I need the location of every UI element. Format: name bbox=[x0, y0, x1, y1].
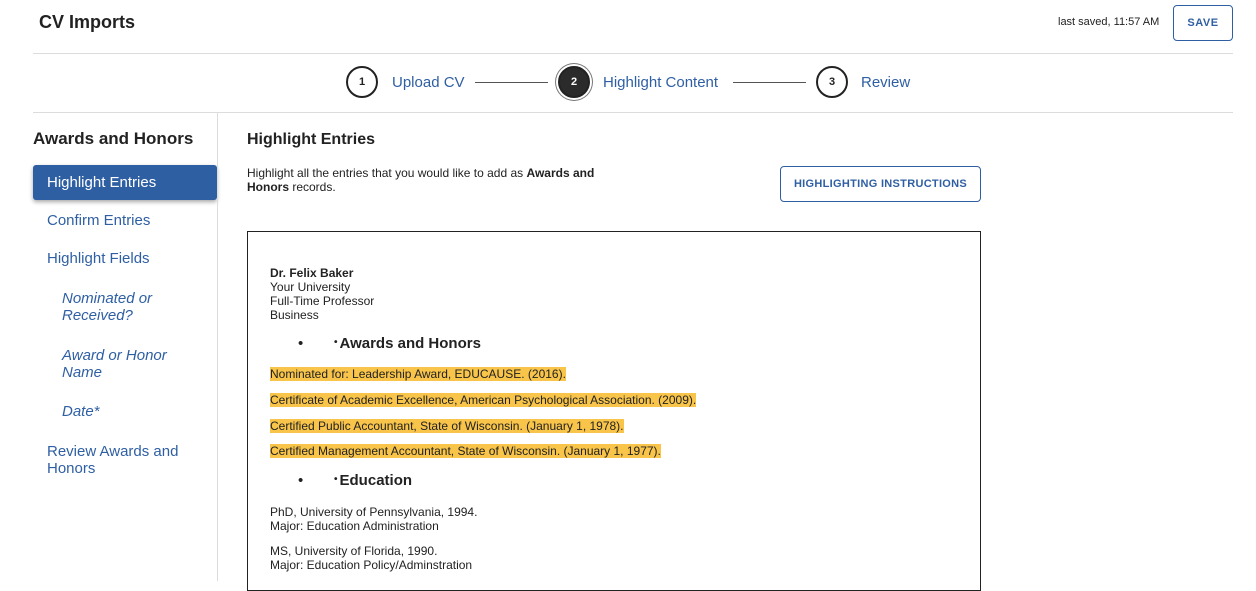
bullet-icon: • bbox=[298, 335, 304, 352]
sidebar-item-review-awards[interactable]: Review Awards and Honors bbox=[47, 443, 197, 477]
sidebar-item-highlight-fields[interactable]: Highlight Fields bbox=[47, 250, 150, 267]
cv-section-heading-text: Awards and Honors bbox=[339, 335, 481, 352]
bullet-icon: • bbox=[334, 474, 338, 485]
instructions-text: Highlight all the entries that you would… bbox=[247, 166, 627, 194]
cv-entry[interactable]: Nominated for: Leadership Award, EDUCAUS… bbox=[270, 367, 566, 381]
cv-section-heading-text: Education bbox=[339, 472, 413, 489]
highlighting-instructions-button[interactable]: HIGHLIGHTING INSTRUCTIONS bbox=[780, 166, 981, 202]
step-connector bbox=[475, 82, 548, 83]
bullet-icon: • bbox=[298, 472, 304, 489]
cv-entry[interactable]: MS, University of Florida, 1990. bbox=[270, 544, 437, 558]
instructions-text-prefix: Highlight all the entries that you would… bbox=[247, 166, 527, 180]
cv-document-panel[interactable]: Dr. Felix Baker Your University Full-Tim… bbox=[247, 231, 981, 591]
highlighted-entry[interactable]: Certified Management Accountant, State o… bbox=[270, 444, 661, 458]
sidebar-item-highlight-entries[interactable]: Highlight Entries bbox=[33, 165, 217, 200]
step-3-label[interactable]: Review bbox=[861, 74, 910, 91]
sidebar-title: Awards and Honors bbox=[33, 129, 194, 148]
step-1-circle[interactable]: 1 bbox=[346, 66, 378, 98]
step-2-circle[interactable]: 2 bbox=[558, 66, 590, 98]
cv-entry[interactable]: Major: Education Policy/Adminstration bbox=[270, 558, 472, 572]
sidebar-item-confirm-entries[interactable]: Confirm Entries bbox=[47, 212, 150, 229]
bullet-icon: • bbox=[334, 337, 338, 348]
cv-name[interactable]: Dr. Felix Baker bbox=[270, 266, 353, 280]
sidebar-subitem-nominated-or-received[interactable]: Nominated or Received? bbox=[62, 290, 192, 324]
cv-entry[interactable]: Certified Management Accountant, State o… bbox=[270, 444, 661, 458]
cv-entry[interactable]: Major: Education Administration bbox=[270, 519, 439, 533]
cv-section-heading[interactable]: • • Awards and Honors bbox=[298, 335, 481, 352]
step-1-label[interactable]: Upload CV bbox=[392, 74, 465, 91]
cv-university[interactable]: Your University bbox=[270, 280, 350, 294]
cv-entry[interactable]: Certificate of Academic Excellence, Amer… bbox=[270, 393, 697, 407]
header-divider bbox=[33, 53, 1233, 54]
sidebar-divider bbox=[217, 113, 218, 581]
stepper-divider bbox=[33, 112, 1233, 113]
sidebar-subitem-date[interactable]: Date* bbox=[62, 403, 192, 420]
step-2-label[interactable]: Highlight Content bbox=[603, 74, 718, 91]
app-title: CV Imports bbox=[39, 12, 136, 32]
last-saved-status: last saved, 11:57 AM bbox=[1058, 16, 1160, 28]
step-connector bbox=[733, 82, 806, 83]
save-button[interactable]: SAVE bbox=[1173, 5, 1233, 41]
cv-section-heading[interactable]: • • Education bbox=[298, 472, 412, 489]
highlighted-entry[interactable]: Certified Public Accountant, State of Wi… bbox=[270, 419, 624, 433]
page-title: Highlight Entries bbox=[247, 131, 375, 148]
cv-department[interactable]: Business bbox=[270, 308, 319, 322]
highlighted-entry[interactable]: Nominated for: Leadership Award, EDUCAUS… bbox=[270, 367, 566, 381]
cv-position[interactable]: Full-Time Professor bbox=[270, 294, 374, 308]
sidebar-subitem-award-or-honor-name[interactable]: Award or Honor Name bbox=[62, 347, 192, 381]
cv-entry[interactable]: Certified Public Accountant, State of Wi… bbox=[270, 419, 624, 433]
instructions-text-suffix: records. bbox=[289, 180, 336, 194]
cv-entry[interactable]: PhD, University of Pennsylvania, 1994. bbox=[270, 505, 477, 519]
step-3-circle[interactable]: 3 bbox=[816, 66, 848, 98]
highlighted-entry[interactable]: Certificate of Academic Excellence, Amer… bbox=[270, 393, 697, 407]
